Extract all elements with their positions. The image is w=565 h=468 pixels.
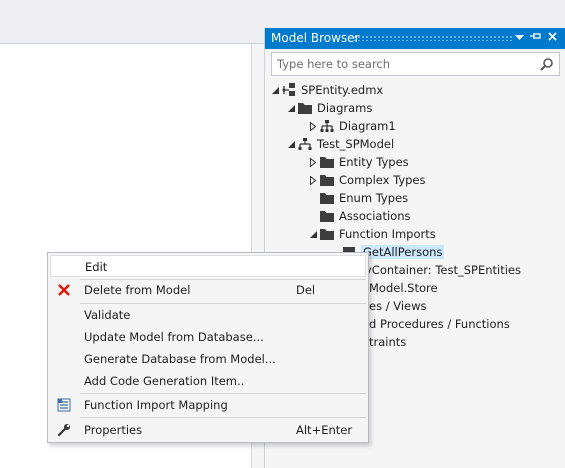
tree-label: traints <box>369 335 407 349</box>
tree-label: es / Views <box>369 299 427 313</box>
tree-label: Model.Store <box>369 281 438 295</box>
tree-label: Test_SPModel <box>317 137 395 151</box>
menu-shortcut: Alt+Enter <box>296 423 353 437</box>
folder-icon <box>319 208 335 224</box>
context-menu: Edit Delete from Model Del Validate Upda… <box>47 252 369 443</box>
tree-node-entity-container[interactable]: yContainer: Test_SPEntities <box>365 261 521 279</box>
menu-item-function-import-mapping[interactable]: Function Import Mapping <box>50 394 366 416</box>
menu-item-edit[interactable]: Edit <box>50 255 366 277</box>
wrench-icon <box>56 422 72 438</box>
close-icon[interactable] <box>545 31 559 45</box>
tree-node-stored-procedures[interactable]: d Procedures / Functions <box>369 315 510 333</box>
folder-icon <box>319 226 335 242</box>
diagram-icon <box>319 118 335 134</box>
tree-node-tables-views[interactable]: es / Views <box>369 297 427 315</box>
tree-label: Complex Types <box>339 173 426 187</box>
tree-node-test-spmodel[interactable]: Test_SPModel <box>285 135 394 153</box>
menu-item-delete-from-model[interactable]: Delete from Model Del <box>50 279 366 301</box>
tree-label: yContainer: Test_SPEntities <box>365 263 521 277</box>
tree-node-model-store[interactable]: Model.Store <box>369 279 438 297</box>
tree-label: Enum Types <box>339 191 409 205</box>
titlebar-grip <box>353 35 513 41</box>
menu-item-update-model[interactable]: Update Model from Database... <box>50 326 366 348</box>
menu-item-properties[interactable]: Properties Alt+Enter <box>50 419 366 441</box>
menu-label: Generate Database from Model... <box>84 352 276 366</box>
tree-label: d Procedures / Functions <box>369 317 510 331</box>
tree-label: Diagram1 <box>339 119 396 133</box>
tree-node-complex-types[interactable]: Complex Types <box>307 171 426 189</box>
tree-label: GetAllPersons <box>361 245 445 259</box>
folder-icon <box>319 190 335 206</box>
menu-label: Add Code Generation Item.. <box>84 374 245 388</box>
menu-label: Properties <box>84 423 143 437</box>
mapping-icon <box>56 397 72 413</box>
menu-label: Validate <box>84 308 131 322</box>
expanded-arrow-icon[interactable] <box>307 225 319 243</box>
menu-item-validate[interactable]: Validate <box>50 304 366 326</box>
expanded-arrow-icon[interactable] <box>285 135 297 153</box>
tree-node-diagram1[interactable]: Diagram1 <box>307 117 396 135</box>
search-box <box>271 52 560 76</box>
menu-label: Delete from Model <box>84 283 191 297</box>
folder-icon <box>319 154 335 170</box>
tree-label: Function Imports <box>339 227 436 241</box>
expanded-arrow-icon[interactable] <box>285 99 297 117</box>
tree-node-entity-types[interactable]: Entity Types <box>307 153 409 171</box>
tree-node-associations[interactable]: Associations <box>307 207 410 225</box>
menu-separator <box>80 417 366 418</box>
menu-shortcut: Del <box>296 283 316 297</box>
edmx-file-icon <box>281 82 297 98</box>
folder-icon <box>319 172 335 188</box>
collapsed-arrow-icon[interactable] <box>307 117 319 135</box>
tree-node-constraints[interactable]: traints <box>369 333 406 351</box>
menu-label: Edit <box>85 260 108 274</box>
search-input[interactable] <box>272 53 534 75</box>
designer-toolbar-area <box>0 0 264 44</box>
tree-label: Associations <box>339 209 411 223</box>
pin-icon[interactable] <box>529 31 543 45</box>
tree-label: Entity Types <box>339 155 409 169</box>
panel-title: Model Browser <box>271 31 360 45</box>
collapsed-arrow-icon[interactable] <box>307 171 319 189</box>
tree-node-diagrams[interactable]: Diagrams <box>285 99 372 117</box>
search-icon[interactable] <box>539 57 554 72</box>
tree-node-edmx[interactable]: SPEntity.edmx <box>269 81 383 99</box>
dropdown-arrow-icon[interactable] <box>512 31 526 45</box>
tree-node-enum-types[interactable]: Enum Types <box>307 189 408 207</box>
tree-label: SPEntity.edmx <box>301 83 384 97</box>
collapsed-arrow-icon[interactable] <box>307 153 319 171</box>
folder-icon <box>297 100 313 116</box>
menu-label: Update Model from Database... <box>84 330 264 344</box>
model-icon <box>297 136 313 152</box>
tree-node-function-imports[interactable]: Function Imports <box>307 225 436 243</box>
tree-label: Diagrams <box>317 101 373 115</box>
expanded-arrow-icon[interactable] <box>269 81 281 99</box>
menu-label: Function Import Mapping <box>84 398 228 412</box>
menu-item-generate-database[interactable]: Generate Database from Model... <box>50 348 366 370</box>
menu-item-add-code-generation[interactable]: Add Code Generation Item.. <box>50 370 366 392</box>
delete-x-icon <box>56 282 72 298</box>
model-browser-titlebar[interactable]: Model Browser <box>265 28 565 49</box>
